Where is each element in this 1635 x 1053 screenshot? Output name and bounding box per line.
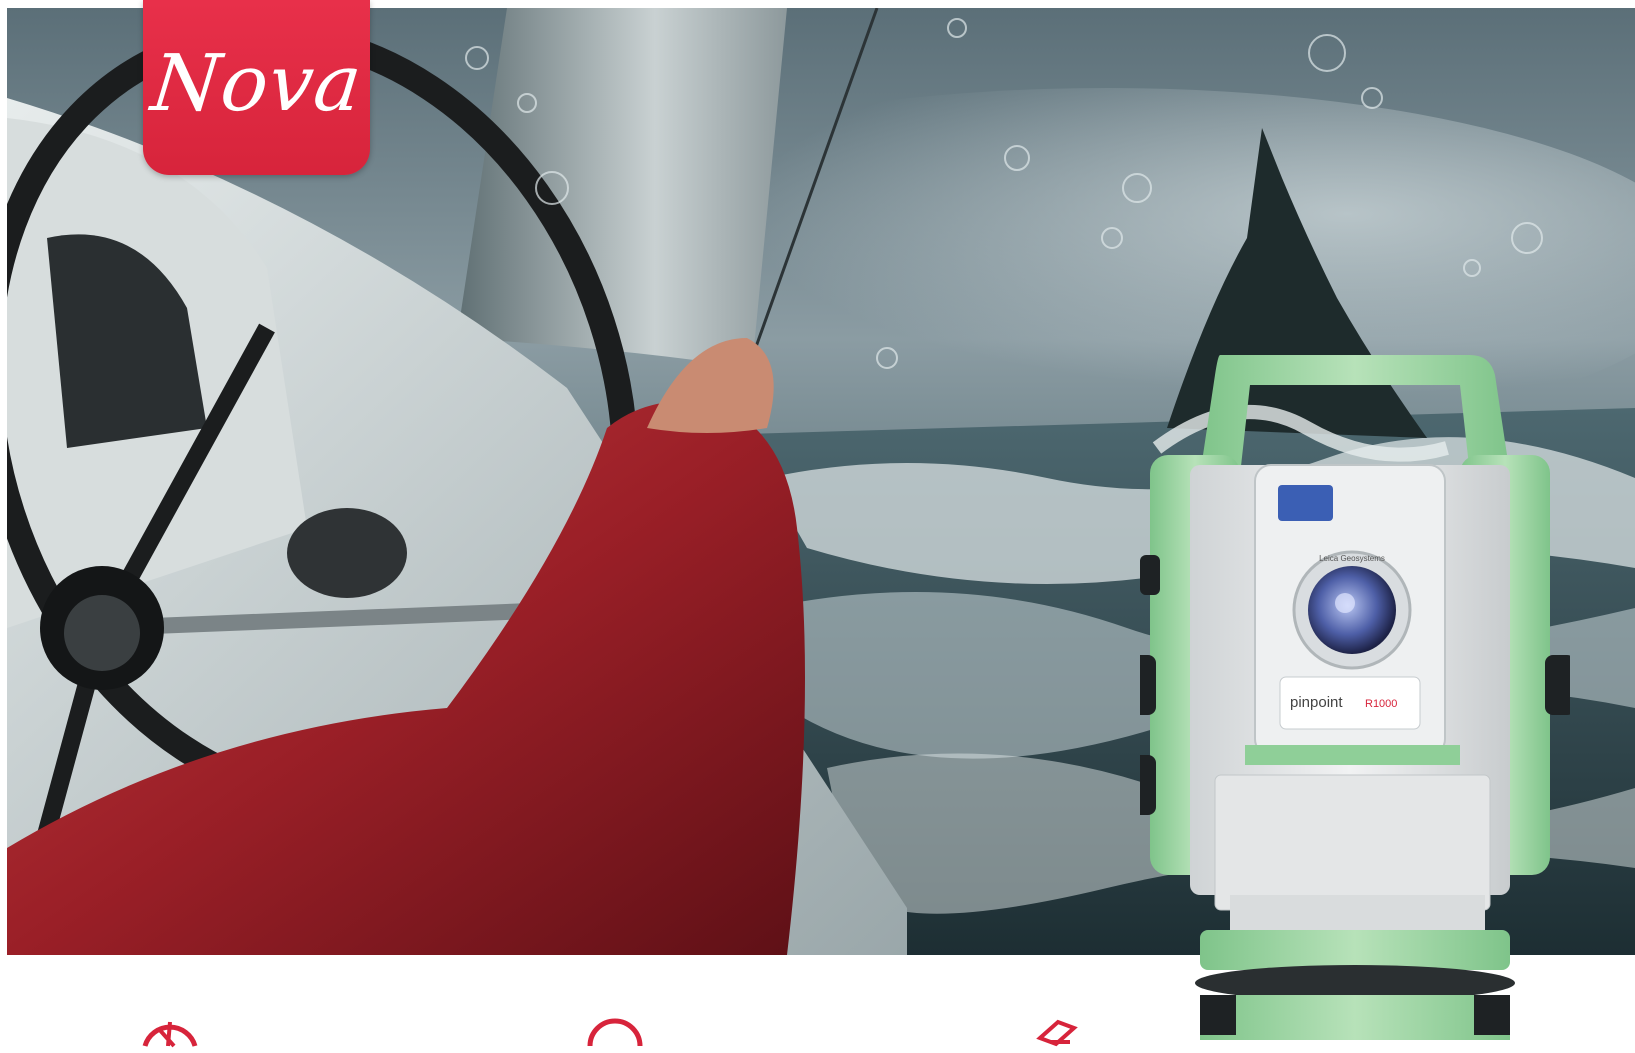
lens-icon [585, 1018, 645, 1048]
lens-ring-text: Leica Geosystems [1319, 554, 1385, 563]
model-prefix: pinpoint [1290, 694, 1343, 711]
model-suffix: R1000 [1365, 698, 1397, 710]
badge-label: Nova [146, 38, 367, 129]
total-station-instrument: Leica Geosystems pinpoint R1000 [1122, 355, 1575, 1040]
total-station-illustration: Leica Geosystems pinpoint R1000 [1122, 355, 1575, 1040]
nova-badge: Nova [143, 0, 370, 175]
aperture-icon [140, 1018, 200, 1048]
box-icon [1030, 1018, 1090, 1048]
